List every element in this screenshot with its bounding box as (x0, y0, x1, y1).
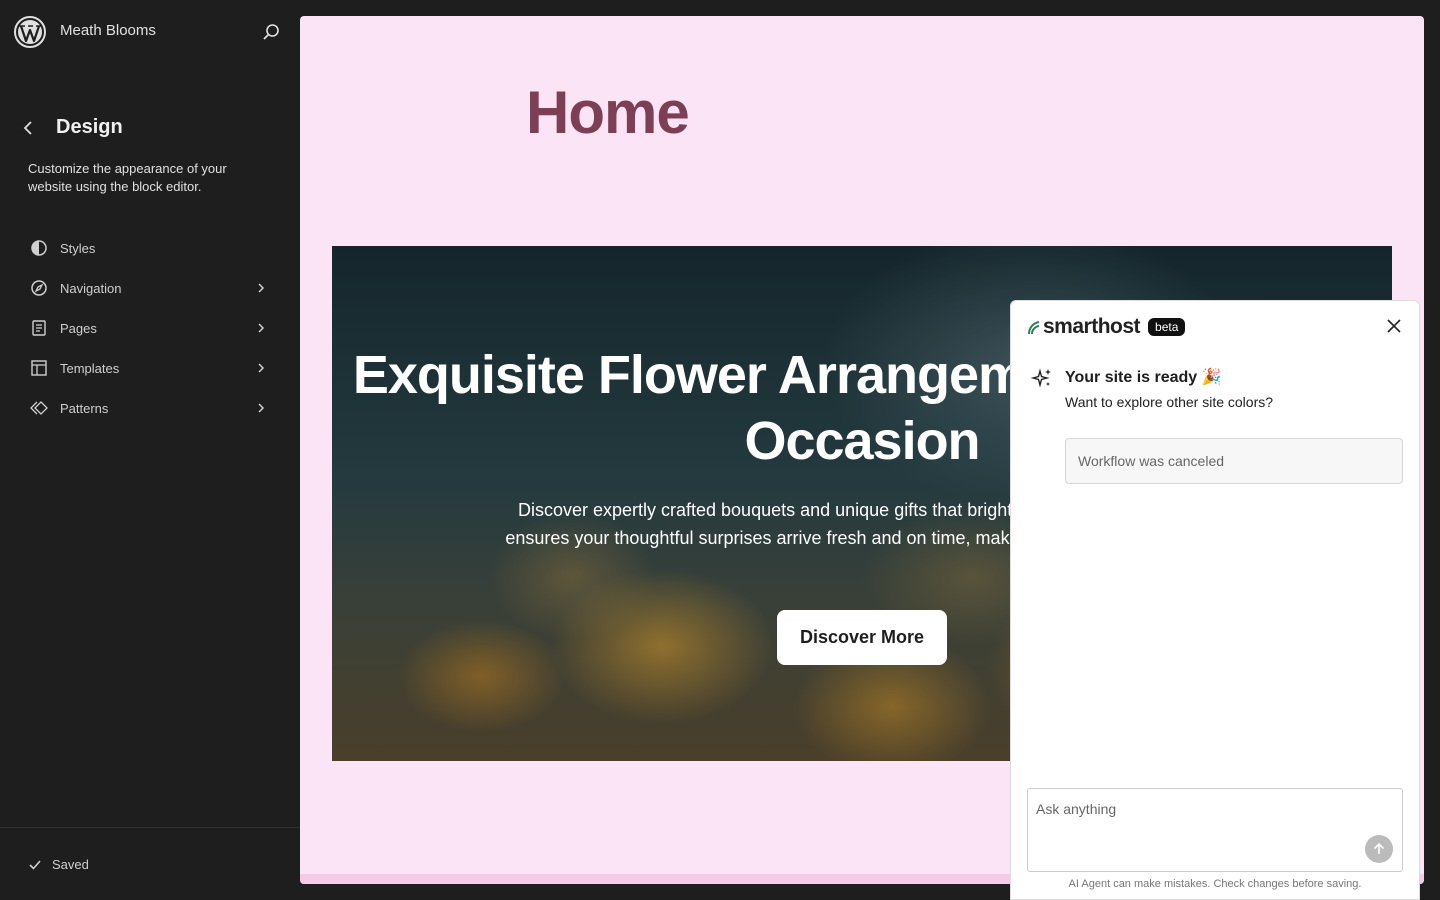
brand-logo: smarthost beta (1027, 315, 1186, 339)
checkmark-icon (29, 859, 41, 870)
message-subtitle: Want to explore other site colors? (1065, 394, 1274, 410)
wordpress-logo-icon[interactable] (14, 16, 46, 48)
sidebar-item-styles[interactable]: Styles (20, 228, 280, 268)
section-description: Customize the appearance of your website… (28, 161, 227, 194)
design-nav-list: Styles Navigation Pages Templates Patter… (20, 228, 280, 428)
send-button[interactable] (1365, 835, 1393, 863)
save-status-label: Saved (52, 857, 89, 872)
page-icon (32, 320, 46, 336)
section-title: Design (56, 116, 123, 138)
chevron-right-icon (258, 403, 265, 413)
layout-icon (31, 360, 47, 376)
site-title[interactable]: Meath Blooms (60, 22, 156, 39)
sidebar-item-label: Navigation (60, 280, 122, 296)
workflow-status: Workflow was canceled (1065, 438, 1403, 484)
sidebar-item-navigation[interactable]: Navigation (20, 268, 280, 308)
site-header: Meath Blooms (0, 0, 300, 64)
beta-badge: beta (1148, 318, 1186, 336)
sidebar-item-label: Styles (60, 240, 96, 256)
chevron-left-icon[interactable] (18, 116, 38, 140)
arrow-up-icon (1373, 842, 1385, 854)
chevron-right-icon (258, 283, 265, 293)
sidebar-item-label: Patterns (60, 400, 109, 416)
sidebar-item-label: Pages (60, 320, 97, 336)
diamond-icon (30, 401, 48, 415)
half-circle-icon (31, 240, 47, 256)
page-title[interactable]: Home (526, 78, 690, 147)
close-icon[interactable] (1385, 317, 1403, 335)
ai-disclaimer: AI Agent can make mistakes. Check change… (1068, 878, 1362, 890)
chevron-right-icon (258, 323, 265, 333)
brand-name: smarthost (1043, 315, 1141, 338)
ask-input[interactable] (1027, 788, 1403, 872)
save-status: Saved (28, 857, 89, 872)
sidebar: Meath Blooms Design Customize the appear… (0, 0, 300, 900)
sidebar-item-patterns[interactable]: Patterns (20, 388, 280, 428)
sidebar-item-label: Templates (60, 360, 120, 376)
sparkle-icon (1031, 368, 1051, 388)
chevron-right-icon (258, 363, 265, 373)
search-icon[interactable] (260, 21, 282, 43)
message-title: Your site is ready 🎉 (1065, 369, 1222, 386)
design-header: Design (0, 108, 300, 148)
sidebar-item-templates[interactable]: Templates (20, 348, 280, 388)
discover-more-button[interactable]: Discover More (777, 610, 947, 665)
smarthost-assistant-panel: smarthost beta Your site is ready 🎉 Want… (1010, 300, 1420, 900)
sidebar-footer: Saved (0, 827, 300, 900)
signal-arc-icon (1027, 321, 1040, 335)
compass-icon (31, 280, 47, 296)
sidebar-item-pages[interactable]: Pages (20, 308, 280, 348)
